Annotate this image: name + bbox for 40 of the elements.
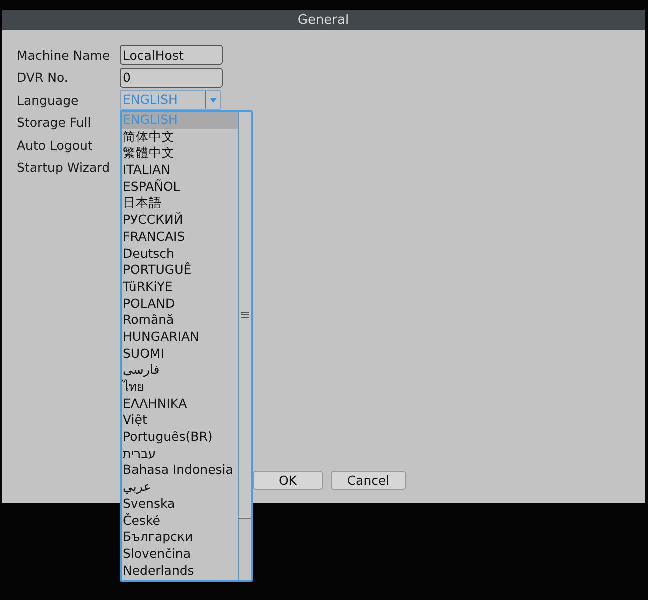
dropdown-option[interactable]: Български xyxy=(122,529,238,546)
field-label: Startup Wizard xyxy=(17,160,111,176)
dropdown-option[interactable]: 繁體中文 xyxy=(122,145,238,162)
dropdown-option[interactable]: Bahasa Indonesia xyxy=(122,462,238,480)
dropdown-option[interactable]: Svenska xyxy=(122,496,238,512)
dropdown-option[interactable]: فارسی xyxy=(122,362,238,379)
dropdown-option[interactable]: ΕΛΛΗΝΙΚΑ xyxy=(122,396,238,412)
dropdown-option[interactable]: POLAND xyxy=(122,296,238,312)
cancel-button[interactable]: Cancel xyxy=(331,471,406,490)
field-label: Storage Full xyxy=(17,115,92,130)
dropdown-option[interactable]: РУССКИЙ xyxy=(122,212,238,229)
dropdown-option[interactable]: PORTUGUÊ xyxy=(122,262,238,279)
window-title: General xyxy=(298,12,350,28)
text-field[interactable]: LocalHost xyxy=(120,45,223,66)
dropdown-option[interactable]: ESPAÑOL xyxy=(122,178,238,196)
dropdown-option[interactable]: Nederlands xyxy=(122,562,238,580)
dropdown-option[interactable]: 日本語 xyxy=(122,195,238,212)
dropdown-option[interactable]: SUOMI xyxy=(122,346,238,362)
dropdown-option[interactable]: Việt xyxy=(122,412,238,430)
dropdown-option[interactable]: Română xyxy=(122,312,238,329)
dropdown-option[interactable]: ไทย xyxy=(122,379,238,396)
dropdown-arrow-icon xyxy=(210,98,216,103)
field-label: DVR No. xyxy=(17,70,70,86)
dropdown-option[interactable]: TüRKiYE xyxy=(122,278,238,296)
field-label: Auto Logout xyxy=(17,138,94,153)
dropdown-option[interactable]: عربي xyxy=(122,479,238,496)
dropdown-option[interactable]: HUNGARIAN xyxy=(122,328,238,346)
dropdown-option[interactable]: Português(BR) xyxy=(122,429,238,446)
dropdown-option[interactable]: Slovenčina xyxy=(122,546,238,563)
dropdown-option[interactable]: FRANCAIS xyxy=(122,228,238,246)
dropdown-option[interactable]: ITALIAN xyxy=(122,162,238,179)
text-field[interactable]: 0 xyxy=(120,68,223,88)
field-label: Language xyxy=(17,92,80,108)
grip-icon xyxy=(241,312,249,318)
dropdown-option[interactable]: České xyxy=(122,512,238,530)
ok-button[interactable]: OK xyxy=(253,471,323,490)
dropdown-option[interactable]: 简体中文 xyxy=(122,128,238,146)
dropdown-option[interactable]: עברית xyxy=(122,446,238,462)
field-label: Machine Name xyxy=(17,48,112,63)
dropdown-option[interactable]: Deutsch xyxy=(122,246,238,262)
